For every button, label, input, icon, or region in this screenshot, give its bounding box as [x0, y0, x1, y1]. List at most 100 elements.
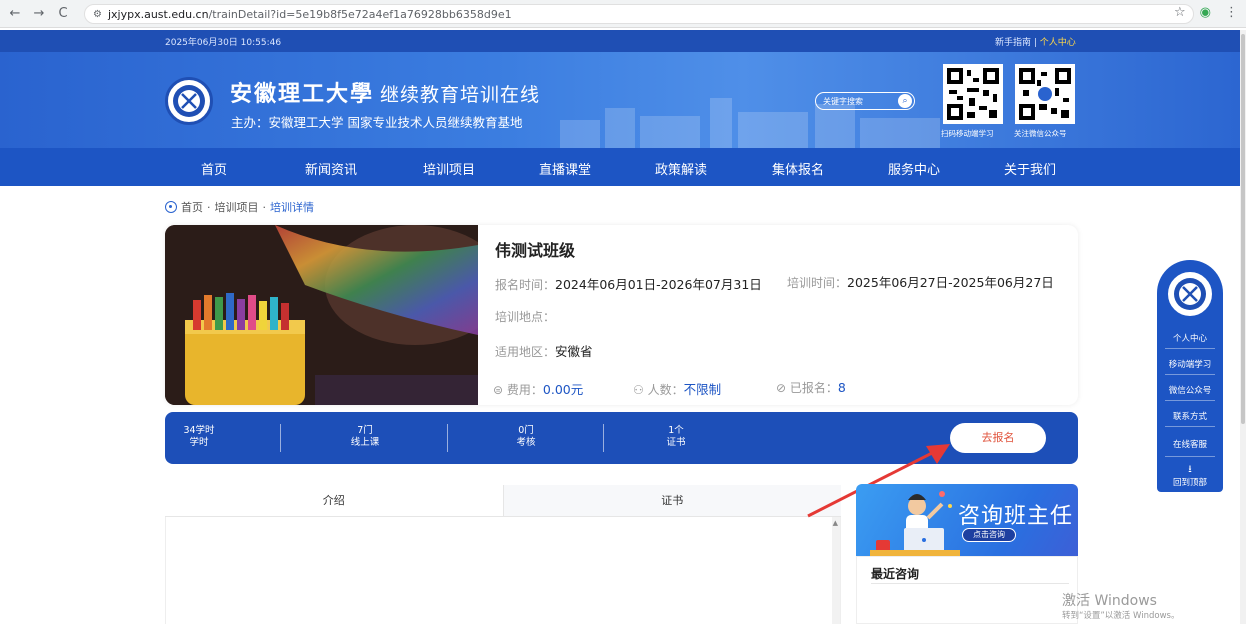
- mobile-qr-code: [943, 64, 1003, 124]
- content-scrollbar[interactable]: [832, 517, 840, 624]
- stat-online-courses: 7门 线上课: [340, 425, 390, 449]
- browser-menu-icon[interactable]: ⋮: [1225, 5, 1238, 20]
- wechat-qr-code: [1015, 64, 1075, 124]
- university-logo[interactable]: [165, 77, 213, 125]
- divider: [871, 583, 1069, 584]
- site-header: 安徽理工大學 继续教育培训在线 主办：安徽理工大学 国家专业技术人员继续教育基地 …: [0, 52, 1240, 148]
- site-info-icon[interactable]: ⚙: [93, 9, 102, 20]
- region: 适用地区：安徽省: [495, 341, 593, 360]
- page-scrollbar[interactable]: [1240, 30, 1246, 624]
- side-divider: [1165, 374, 1215, 375]
- nav-live[interactable]: 直播课堂: [539, 159, 591, 178]
- nav-training[interactable]: 培训项目: [423, 159, 475, 178]
- side-wechat[interactable]: 微信公众号: [1157, 384, 1223, 396]
- guide-link[interactable]: 新手指南: [995, 38, 1031, 48]
- train-time-label: 培训时间：: [787, 276, 848, 290]
- qr2-caption: 关注微信公众号: [1014, 129, 1067, 138]
- stat-cert-label: 证书: [666, 437, 686, 448]
- stat-exams-value: 0门: [518, 425, 534, 436]
- url-path: /trainDetail?id=5e19b8f5e72a4ef1a76928bb…: [208, 7, 512, 21]
- stat-exams-label: 考核: [516, 437, 536, 448]
- signup-time: 报名时间：2024年06月01日-2026年07月31日: [495, 274, 762, 293]
- stat-hours: 34学时 学时: [175, 425, 223, 449]
- personal-center-link[interactable]: 个人中心: [1040, 38, 1076, 48]
- fee-value: 0.00元: [542, 382, 584, 397]
- search-placeholder: 关键字搜索: [823, 96, 863, 106]
- breadcrumb: 首页 · 培训项目 · 培训详情: [165, 199, 314, 215]
- enrolled-value: 8: [837, 380, 846, 395]
- stat-divider: [280, 424, 281, 452]
- nav-about[interactable]: 关于我们: [1004, 159, 1056, 178]
- tab-content-area: ▲: [165, 517, 841, 624]
- nav-policy[interactable]: 政策解读: [655, 159, 707, 178]
- back-icon[interactable]: ←: [4, 6, 26, 21]
- nav-home[interactable]: 首页: [201, 159, 227, 178]
- side-mobile-learning[interactable]: 移动端学习: [1157, 358, 1223, 370]
- fee-icon: ⊜: [493, 383, 504, 397]
- windows-watermark-title: 激活 Windows: [1062, 593, 1157, 609]
- side-contact[interactable]: 联系方式: [1157, 410, 1223, 422]
- site-brand: 安徽理工大學 继续教育培训在线: [230, 76, 540, 108]
- profile-icon[interactable]: ◉: [1200, 5, 1211, 20]
- region-label: 适用地区：: [495, 345, 556, 359]
- consult-banner[interactable]: 咨询班主任 点击咨询: [856, 484, 1078, 556]
- location-pin-icon: [165, 201, 177, 213]
- breadcrumb-sep: ·: [262, 200, 267, 214]
- course-title: 伟测试班级: [495, 241, 576, 260]
- side-online-service[interactable]: 在线客服: [1157, 438, 1223, 450]
- consult-title: 咨询班主任: [958, 504, 1074, 529]
- host-text: 主办：安徽理工大学 国家专业技术人员继续教育基地: [231, 115, 523, 130]
- platform-name: 继续教育培训在线: [380, 84, 541, 106]
- nav-group-signup[interactable]: 集体报名: [772, 159, 824, 178]
- nav-service[interactable]: 服务中心: [888, 159, 940, 178]
- tab-certificate[interactable]: 证书: [503, 485, 841, 516]
- recent-consult-panel: 最近咨询: [856, 556, 1078, 624]
- scrollbar-thumb[interactable]: [1241, 34, 1245, 424]
- reload-icon[interactable]: C: [52, 6, 74, 21]
- stat-exams: 0门 考核: [501, 425, 551, 449]
- people-value: 不限制: [683, 382, 722, 397]
- windows-watermark-subtitle: 转到“设置”以激活 Windows。: [1062, 611, 1180, 621]
- stat-certificates: 1个 证书: [651, 425, 701, 449]
- tab-intro[interactable]: 介绍: [165, 485, 504, 516]
- search-input[interactable]: 关键字搜索 ⌕: [815, 92, 915, 110]
- breadcrumb-current: 培训详情: [270, 201, 314, 214]
- browser-toolbar: ← → C ⚙ jxjypx.aust.edu.cn/trainDetail?i…: [0, 0, 1246, 28]
- side-float-panel: 个人中心 移动端学习 微信公众号 联系方式 在线客服 ⭳ 回到顶部: [1157, 260, 1223, 492]
- course-card: 伟测试班级 报名时间：2024年06月01日-2026年07月31日 培训时间：…: [165, 225, 1078, 405]
- search-icon[interactable]: ⌕: [898, 94, 912, 108]
- breadcrumb-home[interactable]: 首页: [181, 199, 203, 215]
- nav-news[interactable]: 新闻资讯: [305, 159, 357, 178]
- datetime: 2025年06月30日 10:55:46: [165, 38, 282, 48]
- address-bar[interactable]: ⚙ jxjypx.aust.edu.cn/trainDetail?id=5e19…: [84, 4, 1194, 24]
- course-cover-image: [165, 225, 478, 405]
- people: ⚇ 人数：不限制: [633, 379, 721, 398]
- side-logo[interactable]: [1166, 270, 1214, 318]
- stat-hours-value: 34学时: [183, 425, 215, 436]
- main-nav: 首页 新闻资讯 培训项目 直播课堂 政策解读 集体报名 服务中心 关于我们: [0, 148, 1240, 186]
- detail-tabs: 介绍 证书: [165, 485, 841, 517]
- stat-hours-label: 学时: [189, 437, 209, 448]
- stat-online-label: 线上课: [350, 437, 380, 448]
- side-divider: [1165, 456, 1215, 457]
- side-personal-center[interactable]: 个人中心: [1157, 332, 1223, 344]
- link-divider: |: [1031, 38, 1040, 48]
- qr1-caption: 扫码移动端学习: [941, 129, 994, 138]
- signup-time-label: 报名时间：: [495, 278, 556, 292]
- forward-icon[interactable]: →: [28, 6, 50, 21]
- side-back-to-top[interactable]: 回到顶部: [1157, 476, 1223, 488]
- top-info-bar: 2025年06月30日 10:55:46 新手指南 | 个人中心: [0, 30, 1240, 52]
- person-icon: ⚇: [633, 383, 644, 397]
- side-divider: [1165, 426, 1215, 427]
- region-value: 安徽省: [555, 344, 593, 359]
- stat-online-value: 7门: [357, 425, 373, 436]
- enroll-button[interactable]: 去报名: [950, 423, 1046, 453]
- bookmark-star-icon[interactable]: ☆: [1174, 5, 1186, 20]
- consult-button[interactable]: 点击咨询: [962, 528, 1016, 542]
- back-to-top-icon[interactable]: ⭳: [1184, 462, 1196, 475]
- side-divider: [1165, 348, 1215, 349]
- check-circle-icon: ⊘: [776, 381, 787, 395]
- breadcrumb-training[interactable]: 培训项目: [215, 199, 259, 215]
- train-location-label: 培训地点：: [495, 310, 556, 324]
- fee-label: 费用：: [506, 383, 543, 397]
